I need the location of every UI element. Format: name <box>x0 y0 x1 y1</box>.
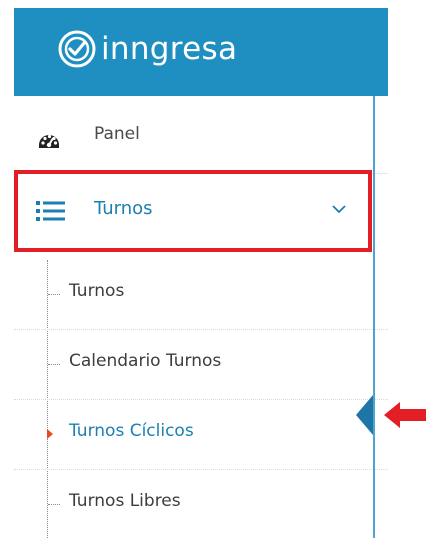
chevron-down-icon[interactable] <box>332 202 346 216</box>
brand-name: inngresa <box>101 31 238 67</box>
submenu-item-label: Calendario Turnos <box>69 351 222 371</box>
submenu-item-turnos-libres[interactable]: Turnos Libres <box>14 470 388 538</box>
sidebar-item-panel[interactable]: Panel <box>14 96 388 174</box>
tree-connector <box>48 294 60 295</box>
sidebar: inngresa Panel Turnos Turnos Calendario … <box>14 8 388 538</box>
sidebar-item-turnos[interactable]: Turnos <box>14 174 388 248</box>
active-item-notch <box>356 395 373 435</box>
submenu-item-label: Turnos Cíclicos <box>69 421 194 441</box>
brand-logo[interactable]: inngresa <box>57 26 237 72</box>
submenu-item-turnos-ciclicos[interactable]: Turnos Cíclicos <box>14 400 388 470</box>
annotation-arrow-icon <box>384 402 426 428</box>
submenu-item-label: Turnos <box>69 281 125 301</box>
list-icon <box>36 201 65 221</box>
tree-connector <box>48 364 60 365</box>
active-bullet-icon <box>47 429 53 439</box>
sidebar-header: inngresa <box>14 8 388 96</box>
submenu-item-turnos[interactable]: Turnos <box>14 260 388 330</box>
inngresa-logo-icon <box>58 30 96 68</box>
sidebar-item-label: Panel <box>94 124 140 144</box>
sidebar-item-label: Turnos <box>94 198 153 219</box>
submenu-item-label: Turnos Libres <box>69 491 181 511</box>
submenu-item-calendario-turnos[interactable]: Calendario Turnos <box>14 330 388 400</box>
sidebar-right-border <box>373 96 375 538</box>
tree-connector <box>48 504 60 505</box>
turnos-submenu: Turnos Calendario Turnos Turnos Cíclicos… <box>14 260 388 538</box>
dashboard-gauge-icon <box>39 134 59 148</box>
